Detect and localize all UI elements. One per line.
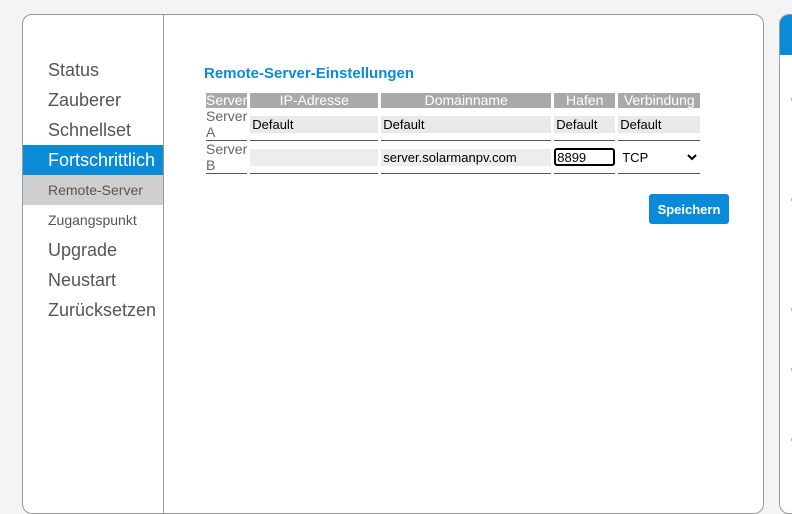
- table-row-server-b: Server B TCP: [206, 141, 701, 174]
- main-frame: Status Zauberer Schnellset Fortschrittli…: [22, 14, 764, 514]
- right-side-panel: [779, 14, 792, 514]
- column-header-ip-address: IP-Adresse: [250, 93, 379, 108]
- column-header-domain: Domainname: [381, 93, 552, 108]
- column-header-server: Server: [206, 92, 248, 108]
- sidebar-item-status[interactable]: Status: [23, 55, 163, 85]
- sidebar-item-schnellset[interactable]: Schnellset: [23, 115, 163, 145]
- server-a-port: Default: [554, 115, 616, 133]
- sidebar-item-fortschrittlich[interactable]: Fortschrittlich: [23, 145, 163, 175]
- sidebar-item-upgrade[interactable]: Upgrade: [23, 235, 163, 265]
- server-b-port-input[interactable]: [554, 148, 616, 166]
- server-a-ip: Default: [250, 115, 379, 133]
- section-title: Remote-Server-Einstellungen: [204, 65, 415, 82]
- sidebar-subitem-zugangspunkt[interactable]: Zugangspunkt: [23, 205, 163, 235]
- sidebar: Status Zauberer Schnellset Fortschrittli…: [23, 15, 164, 513]
- sidebar-item-zauberer[interactable]: Zauberer: [23, 85, 163, 115]
- table-row-server-a: Server A Default Default Default Default: [206, 108, 701, 141]
- remote-server-section: Remote-Server-Einstellungen Server IP-Ad…: [204, 65, 729, 224]
- server-b-domain-input[interactable]: [381, 148, 552, 166]
- save-button[interactable]: Speichern: [649, 194, 729, 224]
- server-b-ip-input[interactable]: [250, 148, 379, 166]
- server-a-label: Server A: [206, 108, 248, 141]
- sidebar-nav: Status Zauberer Schnellset Fortschrittli…: [23, 55, 163, 325]
- sidebar-item-neustart[interactable]: Neustart: [23, 265, 163, 295]
- server-table: Server IP-Adresse Domainname Hafen Verbi…: [203, 93, 703, 174]
- column-header-connection: Verbindung: [618, 93, 701, 108]
- server-a-domain: Default: [381, 115, 552, 133]
- right-panel-header: [780, 15, 792, 55]
- column-header-port: Hafen: [554, 93, 616, 108]
- sidebar-subitem-remote-server[interactable]: Remote-Server: [23, 175, 163, 205]
- server-b-connection-select[interactable]: TCP: [618, 147, 701, 167]
- server-b-label: Server B: [206, 141, 248, 174]
- sidebar-item-zuruecksetzen[interactable]: Zurücksetzen: [23, 295, 163, 325]
- table-header-row: Server IP-Adresse Domainname Hafen Verbi…: [206, 92, 701, 108]
- server-a-connection: Default: [618, 115, 701, 133]
